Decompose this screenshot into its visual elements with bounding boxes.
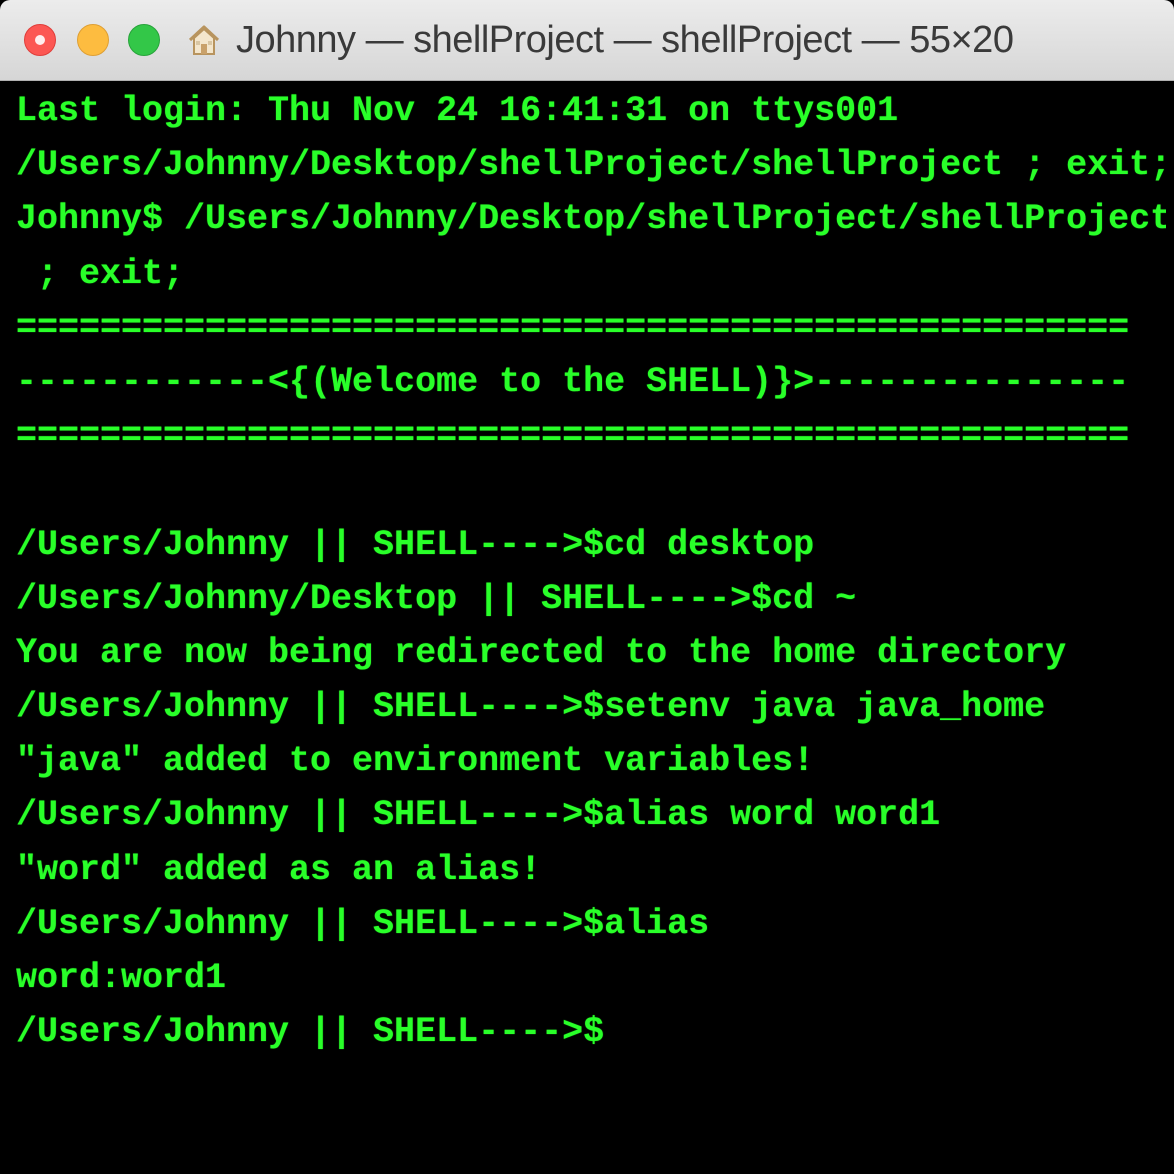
terminal-line: word:word1 (16, 958, 227, 998)
terminal-line: ; exit; (16, 253, 185, 294)
terminal-line: ------------<{(Welcome to the SHELL)}>--… (16, 361, 1130, 402)
terminal-line: You are now being redirected to the home… (16, 632, 1067, 673)
terminal-line: Last login: Thu Nov 24 16:41:31 on ttys0… (16, 91, 899, 131)
terminal-line: /Users/Johnny || SHELL---->$cd desktop (16, 524, 815, 565)
terminal-line: Johnny$ /Users/Johnny/Desktop/shellProje… (16, 199, 1166, 240)
terminal-output[interactable]: Last login: Thu Nov 24 16:41:31 on ttys0… (16, 84, 1166, 1059)
title-bar[interactable]: Johnny — shellProject — shellProject — 5… (0, 0, 1174, 81)
terminal-line: /Users/Johnny || SHELL---->$ (16, 1012, 605, 1053)
minimize-button[interactable] (77, 24, 109, 56)
terminal-line: /Users/Johnny/Desktop/shellProject/shell… (16, 145, 1166, 186)
close-button[interactable] (24, 24, 56, 56)
terminal-line: "java" added to environment variables! (16, 741, 815, 782)
terminal-line: /Users/Johnny/Desktop || SHELL---->$cd ~ (16, 578, 857, 619)
close-icon (35, 35, 45, 45)
terminal-line: "word" added as an alias! (16, 849, 542, 890)
terminal-line: /Users/Johnny || SHELL---->$setenv java … (16, 687, 1046, 728)
zoom-button[interactable] (128, 24, 160, 56)
terminal-line: ========================================… (16, 416, 1130, 457)
window-title: Johnny — shellProject — shellProject — 5… (186, 14, 1014, 66)
home-folder-icon (188, 25, 220, 55)
terminal-line: /Users/Johnny || SHELL---->$alias word w… (16, 795, 941, 836)
terminal-window: Johnny — shellProject — shellProject — 5… (0, 0, 1174, 1174)
window-title-text: Johnny — shellProject — shellProject — 5… (236, 18, 1014, 61)
terminal-line: /Users/Johnny || SHELL---->$alias (16, 903, 710, 944)
terminal-line: ========================================… (16, 307, 1130, 348)
